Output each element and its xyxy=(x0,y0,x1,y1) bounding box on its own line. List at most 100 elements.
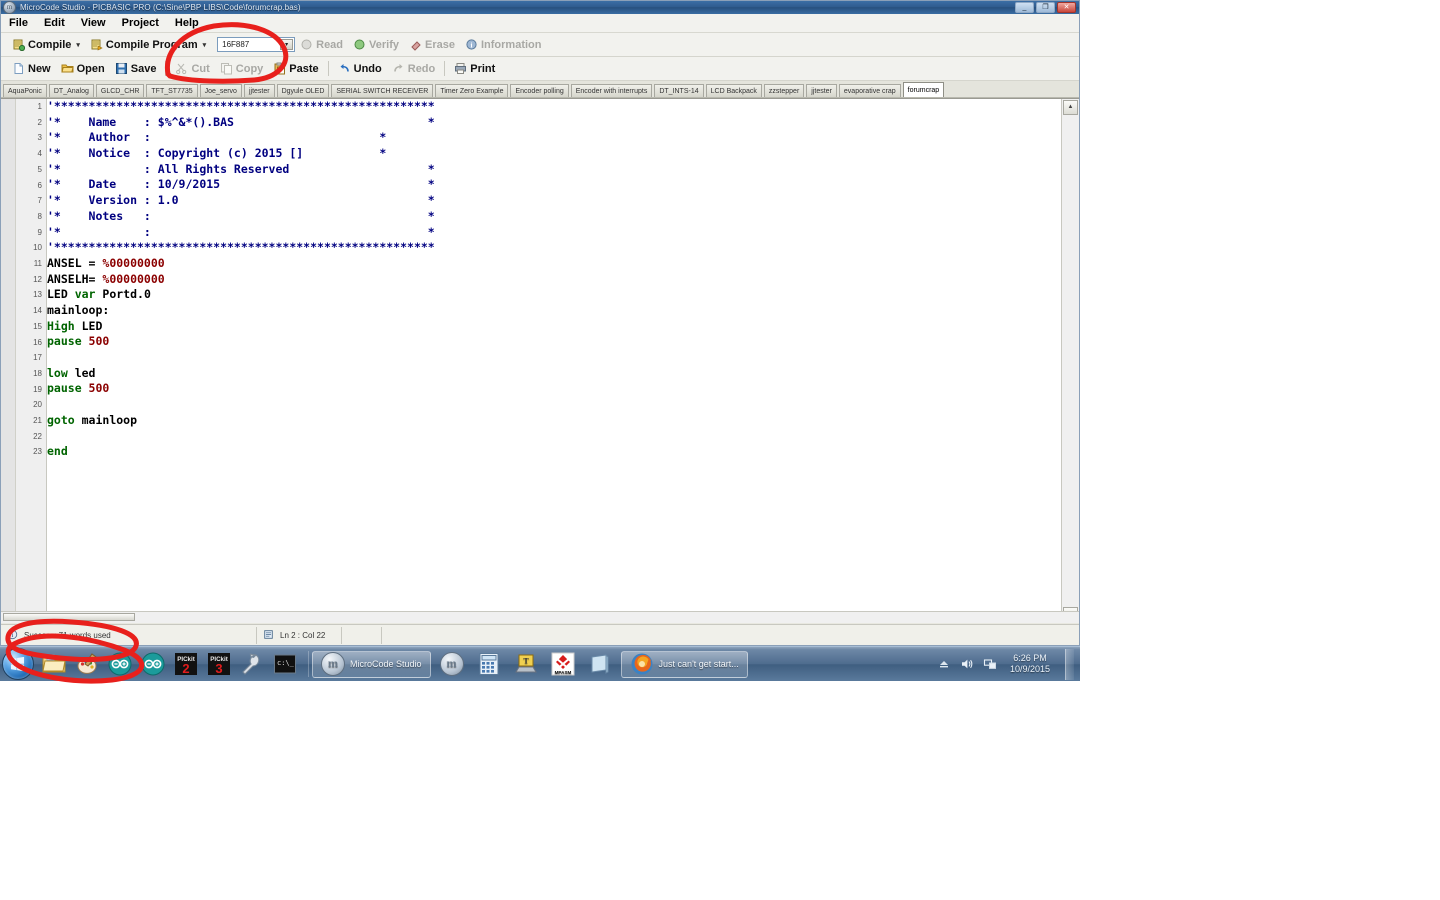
code-line[interactable]: High LED xyxy=(47,319,1061,335)
wrench-icon[interactable] xyxy=(240,652,264,676)
file-tab-9[interactable]: Encoder polling xyxy=(510,84,569,97)
code-line[interactable]: end xyxy=(47,444,1061,460)
scroll-up-button[interactable]: ▲ xyxy=(1063,100,1078,115)
menu-file[interactable]: File xyxy=(9,17,28,29)
compile-button[interactable]: Compile ▾ xyxy=(7,35,85,54)
firefox-task[interactable]: Just can't get start... xyxy=(620,650,748,678)
code-line[interactable]: goto mainloop xyxy=(47,413,1061,429)
file-tab-5[interactable]: jjtester xyxy=(243,84,275,97)
horizontal-scroll-thumb[interactable] xyxy=(3,613,135,621)
chevron-down-icon-2[interactable]: ▾ xyxy=(203,41,207,49)
calculator-task[interactable] xyxy=(473,651,505,678)
microcode-studio-task-2[interactable]: m xyxy=(436,651,468,678)
file-tab-13[interactable]: zzstepper xyxy=(763,84,805,97)
code-line[interactable]: '* Name : $%^&*().BAS * xyxy=(47,115,1061,131)
menu-edit[interactable]: Edit xyxy=(44,17,65,29)
new-button[interactable]: New xyxy=(7,59,56,78)
arduino-icon-2[interactable] xyxy=(141,652,165,676)
minimize-button[interactable]: _ xyxy=(1015,2,1034,13)
code-line[interactable]: '* Date : 10/9/2015 * xyxy=(47,177,1061,193)
erase-button[interactable]: Erase xyxy=(404,35,460,54)
code-editor[interactable]: 1 2 3 4 5 6 7 8 9 10 11 12 13 14 15 16 17 18 19 20 21 22 23 '*… xyxy=(1,98,1079,623)
start-button[interactable] xyxy=(2,648,34,680)
code-line[interactable]: mainloop: xyxy=(47,303,1061,319)
pickit2-icon[interactable]: PICkit 2 xyxy=(174,652,198,676)
restore-button[interactable]: ❐ xyxy=(1036,2,1055,13)
network-icon[interactable] xyxy=(983,657,997,671)
file-tab-12[interactable]: LCD Backpack xyxy=(705,84,762,97)
file-tab-15[interactable]: evaporative crap xyxy=(838,84,901,97)
code-line[interactable]: '* : * xyxy=(47,225,1061,241)
file-tab-label: evaporative crap xyxy=(843,88,896,95)
menu-project[interactable]: Project xyxy=(122,17,159,29)
horizontal-scrollbar[interactable] xyxy=(1,611,1079,623)
paste-button[interactable]: Paste xyxy=(268,59,323,78)
close-button[interactable]: ✕ xyxy=(1057,2,1076,13)
vertical-scrollbar[interactable]: ▲ ▼ xyxy=(1061,99,1079,623)
volume-icon[interactable] xyxy=(960,657,974,671)
notepad-task[interactable] xyxy=(584,651,616,678)
save-button[interactable]: Save xyxy=(110,59,162,78)
file-toolbar: New Open Save Cut Copy Paste Undo Redo P… xyxy=(1,57,1079,81)
file-tab-label: zzstepper xyxy=(768,88,800,95)
arduino-icon[interactable] xyxy=(108,652,132,676)
code-line[interactable]: '* Version : 1.0 * xyxy=(47,193,1061,209)
code-line[interactable]: '* Notice : Copyright (c) 2015 [] * xyxy=(47,146,1061,162)
print-button[interactable]: Print xyxy=(449,59,500,78)
copy-button[interactable]: Copy xyxy=(215,59,269,78)
code-line[interactable] xyxy=(47,397,1061,413)
file-tab-2[interactable]: GLCD_CHR xyxy=(95,84,145,97)
undo-button[interactable]: Undo xyxy=(333,59,387,78)
code-text-area[interactable]: '***************************************… xyxy=(47,99,1061,623)
file-tab-10[interactable]: Encoder with interrupts xyxy=(570,84,653,97)
device-select-arrow-icon[interactable]: ▾ xyxy=(280,39,294,50)
file-tab-3[interactable]: TFT_ST7735 xyxy=(146,84,198,97)
laptop-task[interactable]: T xyxy=(510,651,542,678)
open-button[interactable]: Open xyxy=(56,59,110,78)
file-tab-0[interactable]: AquaPonic xyxy=(3,84,47,97)
file-tab-1[interactable]: DT_Analog xyxy=(48,84,94,97)
code-line[interactable] xyxy=(47,350,1061,366)
code-line[interactable]: '* : All Rights Reserved * xyxy=(47,162,1061,178)
read-button[interactable]: Read xyxy=(295,35,348,54)
code-line[interactable] xyxy=(47,428,1061,444)
microcode-studio-task-2-icon: m xyxy=(439,652,464,676)
code-line[interactable]: ANSEL = %00000000 xyxy=(47,256,1061,272)
bookmark-column[interactable] xyxy=(1,99,16,623)
file-tab-11[interactable]: DT_INTS-14 xyxy=(654,84,704,97)
menu-view[interactable]: View xyxy=(81,17,106,29)
mplab-task[interactable]: MPASM xyxy=(547,651,579,678)
file-tab-7[interactable]: SERIAL SWITCH RECEIVER xyxy=(331,84,434,97)
verify-button[interactable]: Verify xyxy=(348,35,404,54)
code-line[interactable]: pause 500 xyxy=(47,334,1061,350)
code-line[interactable]: pause 500 xyxy=(47,381,1061,397)
code-line[interactable]: '***************************************… xyxy=(47,99,1061,115)
eject-icon[interactable] xyxy=(937,657,951,671)
file-tab-strip[interactable]: AquaPonic DT_Analog GLCD_CHR TFT_ST7735 Joe_… xyxy=(1,81,1079,98)
menu-help[interactable]: Help xyxy=(175,17,199,29)
file-tab-14[interactable]: jjtester xyxy=(806,84,837,97)
code-line[interactable]: low led xyxy=(47,366,1061,382)
pickit3-icon[interactable]: PICkit 3 xyxy=(207,652,231,676)
code-line[interactable]: LED var Portd.0 xyxy=(47,287,1061,303)
redo-button[interactable]: Redo xyxy=(387,59,441,78)
code-line[interactable]: '***************************************… xyxy=(47,240,1061,256)
show-desktop-button[interactable] xyxy=(1065,648,1074,680)
taskbar-clock[interactable]: 6:26 PM 10/9/2015 xyxy=(1006,653,1050,675)
compile-program-button[interactable]: Compile Program ▾ xyxy=(85,35,211,54)
device-select[interactable]: 16F887 ▾ xyxy=(217,37,296,52)
code-line[interactable]: '* Notes : * xyxy=(47,209,1061,225)
console-icon[interactable]: c:\_ xyxy=(273,652,297,676)
file-tab-6[interactable]: Dgyule OLED xyxy=(276,84,330,97)
microcode-studio-task[interactable]: m MicroCode Studio xyxy=(312,650,431,678)
chevron-down-icon[interactable]: ▾ xyxy=(76,41,80,49)
cut-button[interactable]: Cut xyxy=(170,59,214,78)
information-button[interactable]: i Information xyxy=(460,35,547,54)
file-tab-4[interactable]: Joe_servo xyxy=(199,84,242,97)
file-tab-8[interactable]: Timer Zero Example xyxy=(435,84,509,97)
code-line[interactable]: ANSELH= %00000000 xyxy=(47,272,1061,288)
file-tab-16[interactable]: forumcrap xyxy=(902,82,945,97)
paint-icon[interactable] xyxy=(75,652,99,676)
code-line[interactable]: '* Author : * xyxy=(47,130,1061,146)
explorer-icon[interactable] xyxy=(42,652,66,676)
